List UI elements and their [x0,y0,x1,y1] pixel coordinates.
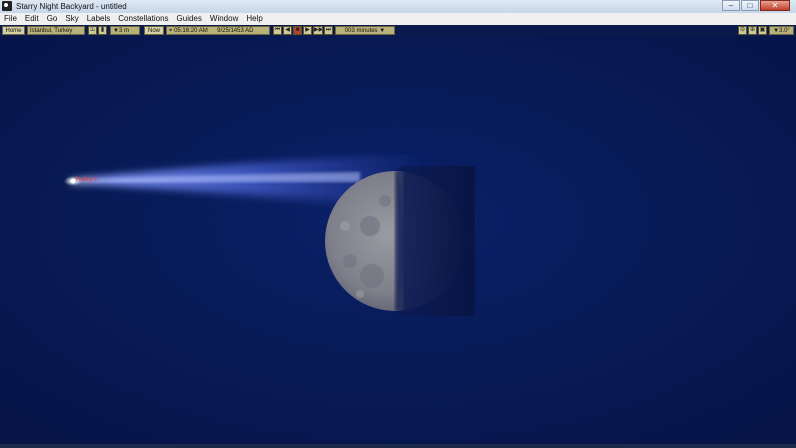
altitude-field[interactable]: ▼3 m [110,26,140,35]
menu-file[interactable]: File [0,13,21,25]
home-button[interactable]: Home [2,26,25,35]
minimize-icon[interactable]: – [722,0,740,11]
window-controls: – □ ✕ [721,0,790,11]
menu-window[interactable]: Window [206,13,242,25]
viewer-icon[interactable]: ▮ [98,26,107,35]
now-button[interactable]: Now [144,26,164,35]
location-field[interactable]: Istanbul, Turkey [27,26,85,35]
stop-icon[interactable]: ■ [293,26,302,35]
menu-edit[interactable]: Edit [21,13,43,25]
time-step-dropdown[interactable]: 003 minutes ▼ [335,26,395,35]
time-display[interactable]: ⌖ 05:16:20 AM 9/25/1453 AD [166,26,270,35]
zoom-out-icon[interactable]: ⊖ [738,26,747,35]
app-icon[interactable] [2,1,12,11]
step-back-icon[interactable]: ◀ [283,26,292,35]
menu-labels[interactable]: Labels [83,13,115,25]
maximize-icon[interactable]: □ [741,0,759,11]
zoom-in-icon[interactable]: ⊕ [748,26,757,35]
sky-canvas [0,36,796,448]
sky-view[interactable]: Halley's [0,36,796,448]
field-of-view-dropdown[interactable]: ▼3.0° [769,26,794,35]
crosshair-icon: ⌖ [169,28,173,34]
close-icon[interactable]: ✕ [760,0,790,11]
menu-sky[interactable]: Sky [61,13,82,25]
taskbar-edge [0,444,796,448]
zoom-box-icon[interactable]: ▣ [758,26,767,35]
menu-guides[interactable]: Guides [173,13,206,25]
comet-label[interactable]: Halley's [76,176,97,184]
skip-forward-icon[interactable]: ⏭ [324,26,333,35]
window-title: Starry Night Backyard - untitled [16,2,127,11]
menu-help[interactable]: Help [242,13,266,25]
step-forward-icon[interactable]: ▶ [303,26,312,35]
skip-back-icon[interactable]: ⏮ [273,26,282,35]
date-field[interactable]: 9/25/1453 AD [217,28,253,34]
play-icon[interactable]: ▶▶ [313,26,323,35]
menu-go[interactable]: Go [43,13,62,25]
menu-constellations[interactable]: Constellations [114,13,172,25]
lock-icon[interactable]: ⚿ [88,26,97,35]
title-bar: Starry Night Backyard - untitled – □ ✕ [0,0,796,14]
toolbar: Home Istanbul, Turkey ⚿ ▮ ▼3 m Now ⌖ 05:… [0,25,796,36]
time-field[interactable]: 05:16:20 AM [174,28,208,34]
